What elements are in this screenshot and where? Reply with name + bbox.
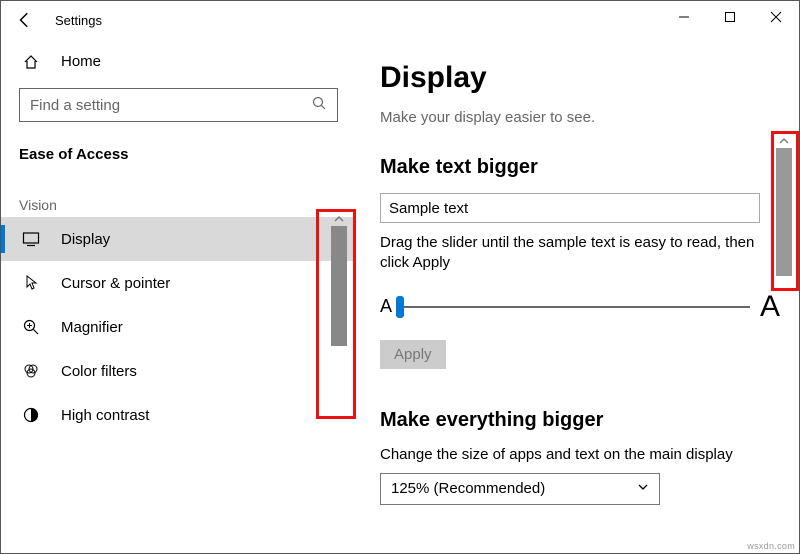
slider-track[interactable]	[400, 306, 750, 308]
page-subtitle: Make your display easier to see.	[380, 109, 765, 126]
sidebar: Home Find a setting Ease of Access Visio…	[1, 39, 356, 553]
slider-min-label: A	[380, 296, 392, 317]
scrollbar-thumb[interactable]	[776, 148, 792, 276]
colorfilters-icon	[21, 362, 41, 380]
sample-text-box: Sample text	[380, 193, 760, 223]
magnifier-icon	[21, 318, 41, 336]
slider-instruction: Drag the slider until the sample text is…	[380, 233, 765, 274]
scroll-up-arrow-icon[interactable]	[776, 134, 792, 148]
highcontrast-icon	[21, 406, 41, 424]
group-label: Vision	[1, 169, 356, 217]
sidebar-item-cursor[interactable]: Cursor & pointer	[1, 261, 356, 305]
sidebar-item-highcontrast[interactable]: High contrast	[1, 393, 356, 437]
sidebar-item-label: Cursor & pointer	[61, 275, 170, 292]
page-title: Display	[380, 61, 765, 95]
sidebar-item-label: High contrast	[61, 407, 149, 424]
apply-label: Apply	[394, 346, 432, 363]
scroll-up-arrow-icon[interactable]	[331, 212, 347, 226]
category-heading: Ease of Access	[1, 132, 356, 169]
chevron-down-icon	[637, 480, 649, 497]
close-button[interactable]	[753, 1, 799, 33]
main-content: Display Make your display easier to see.…	[356, 39, 799, 553]
text-size-slider[interactable]: A A	[380, 290, 780, 324]
maximize-button[interactable]	[707, 1, 753, 33]
slider-thumb[interactable]	[396, 296, 404, 318]
home-label: Home	[61, 53, 101, 70]
scale-dropdown[interactable]: 125% (Recommended)	[380, 473, 660, 505]
sidebar-item-label: Display	[61, 231, 110, 248]
home-icon	[21, 54, 41, 70]
search-input[interactable]: Find a setting	[19, 88, 338, 122]
section2-desc: Change the size of apps and text on the …	[380, 446, 765, 463]
titlebar: Settings	[1, 1, 799, 39]
window-controls	[661, 1, 799, 33]
back-button[interactable]	[13, 11, 37, 29]
section-make-text-bigger: Make text bigger	[380, 156, 765, 179]
slider-max-label: A	[760, 290, 780, 324]
sidebar-item-colorfilters[interactable]: Color filters	[1, 349, 356, 393]
apply-button[interactable]: Apply	[380, 340, 446, 369]
display-icon	[21, 230, 41, 248]
scrollbar-thumb[interactable]	[331, 226, 347, 346]
search-icon	[311, 95, 327, 115]
section-make-everything-bigger: Make everything bigger	[380, 409, 765, 432]
sidebar-item-magnifier[interactable]: Magnifier	[1, 305, 356, 349]
sidebar-item-display[interactable]: Display	[1, 217, 356, 261]
cursor-icon	[21, 274, 41, 292]
search-placeholder: Find a setting	[30, 97, 120, 114]
window-title: Settings	[55, 13, 102, 28]
sidebar-item-label: Color filters	[61, 363, 137, 380]
minimize-button[interactable]	[661, 1, 707, 33]
watermark: wsxdn.com	[747, 541, 795, 551]
annotation-main-scrollbar	[771, 131, 799, 291]
sample-text: Sample text	[389, 200, 468, 217]
dropdown-value: 125% (Recommended)	[391, 480, 545, 497]
sidebar-item-label: Magnifier	[61, 319, 123, 336]
annotation-sidebar-scrollbar	[316, 209, 356, 419]
home-link[interactable]: Home	[1, 43, 356, 80]
